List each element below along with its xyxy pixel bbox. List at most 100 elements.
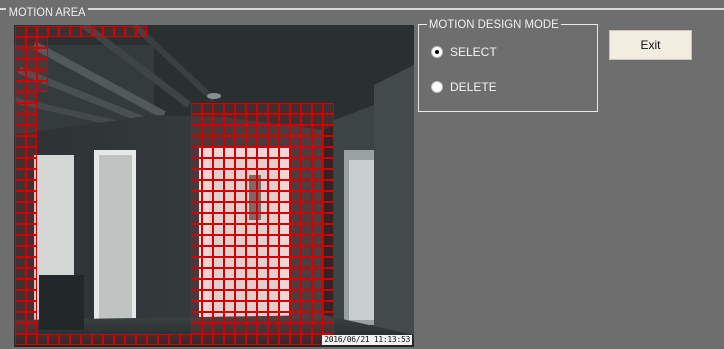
motion-cell[interactable]	[279, 334, 290, 345]
motion-cell[interactable]	[279, 202, 290, 213]
motion-cell[interactable]	[257, 246, 268, 257]
motion-cell[interactable]	[257, 125, 268, 136]
motion-cell[interactable]	[235, 246, 246, 257]
motion-cell[interactable]	[290, 246, 301, 257]
motion-cell[interactable]	[279, 213, 290, 224]
motion-cell[interactable]	[15, 180, 26, 191]
motion-cell[interactable]	[268, 301, 279, 312]
motion-cell[interactable]	[268, 334, 279, 345]
motion-cell[interactable]	[312, 169, 323, 180]
motion-cell[interactable]	[246, 224, 257, 235]
motion-cell[interactable]	[26, 290, 37, 301]
motion-cell[interactable]	[15, 48, 26, 59]
motion-cell[interactable]	[323, 224, 334, 235]
motion-cell[interactable]	[268, 246, 279, 257]
motion-cell[interactable]	[301, 147, 312, 158]
motion-cell[interactable]	[26, 81, 37, 92]
motion-cell[interactable]	[92, 334, 103, 345]
motion-cell[interactable]	[202, 103, 213, 114]
motion-cell[interactable]	[136, 334, 147, 345]
motion-cell[interactable]	[246, 312, 257, 323]
motion-cell[interactable]	[312, 147, 323, 158]
motion-cell[interactable]	[246, 202, 257, 213]
motion-cell[interactable]	[202, 312, 213, 323]
motion-cell[interactable]	[26, 136, 37, 147]
motion-cell[interactable]	[323, 191, 334, 202]
motion-cell[interactable]	[15, 92, 26, 103]
motion-cell[interactable]	[70, 26, 81, 37]
motion-cell[interactable]	[26, 202, 37, 213]
motion-cell[interactable]	[246, 180, 257, 191]
motion-cell[interactable]	[279, 114, 290, 125]
motion-cell[interactable]	[279, 147, 290, 158]
motion-cell[interactable]	[312, 103, 323, 114]
motion-cell[interactable]	[235, 136, 246, 147]
motion-cell[interactable]	[323, 180, 334, 191]
camera-view[interactable]: 2016/06/21 11:13:53	[14, 25, 414, 347]
motion-cell[interactable]	[290, 224, 301, 235]
motion-cell[interactable]	[191, 301, 202, 312]
motion-cell[interactable]	[312, 202, 323, 213]
motion-cell[interactable]	[26, 26, 37, 37]
select-radio-button[interactable]	[431, 46, 443, 58]
motion-cell[interactable]	[312, 312, 323, 323]
motion-cell[interactable]	[279, 301, 290, 312]
motion-cell[interactable]	[191, 224, 202, 235]
motion-cell[interactable]	[312, 246, 323, 257]
motion-cell[interactable]	[191, 323, 202, 334]
motion-cell[interactable]	[323, 312, 334, 323]
motion-cell[interactable]	[323, 290, 334, 301]
motion-cell[interactable]	[235, 257, 246, 268]
motion-cell[interactable]	[202, 268, 213, 279]
motion-cell[interactable]	[213, 301, 224, 312]
motion-cell[interactable]	[224, 147, 235, 158]
motion-cell[interactable]	[37, 81, 48, 92]
motion-cell[interactable]	[268, 114, 279, 125]
motion-cell[interactable]	[224, 224, 235, 235]
motion-cell[interactable]	[235, 290, 246, 301]
motion-cell[interactable]	[268, 103, 279, 114]
motion-cell[interactable]	[26, 103, 37, 114]
motion-cell[interactable]	[268, 169, 279, 180]
motion-cell[interactable]	[257, 202, 268, 213]
motion-cell[interactable]	[235, 103, 246, 114]
motion-cell[interactable]	[268, 202, 279, 213]
motion-cell[interactable]	[290, 213, 301, 224]
motion-cell[interactable]	[191, 279, 202, 290]
motion-cell[interactable]	[224, 158, 235, 169]
motion-cell[interactable]	[26, 169, 37, 180]
motion-cell[interactable]	[37, 70, 48, 81]
motion-cell[interactable]	[279, 224, 290, 235]
motion-cell[interactable]	[15, 81, 26, 92]
motion-cell[interactable]	[301, 114, 312, 125]
motion-cell[interactable]	[257, 323, 268, 334]
exit-button[interactable]: Exit	[609, 30, 692, 60]
motion-cell[interactable]	[37, 26, 48, 37]
motion-cell[interactable]	[235, 301, 246, 312]
motion-cell[interactable]	[213, 312, 224, 323]
motion-cell[interactable]	[290, 114, 301, 125]
motion-cell[interactable]	[246, 114, 257, 125]
motion-cell[interactable]	[48, 26, 59, 37]
motion-cell[interactable]	[312, 136, 323, 147]
motion-cell[interactable]	[15, 125, 26, 136]
motion-cell[interactable]	[213, 147, 224, 158]
motion-cell[interactable]	[15, 158, 26, 169]
motion-cell[interactable]	[213, 169, 224, 180]
motion-cell[interactable]	[246, 147, 257, 158]
motion-cell[interactable]	[279, 125, 290, 136]
motion-cell[interactable]	[290, 268, 301, 279]
motion-cell[interactable]	[15, 37, 26, 48]
motion-cell[interactable]	[15, 224, 26, 235]
motion-cell[interactable]	[290, 191, 301, 202]
motion-cell[interactable]	[191, 158, 202, 169]
motion-cell[interactable]	[202, 158, 213, 169]
motion-cell[interactable]	[26, 191, 37, 202]
motion-cell[interactable]	[15, 257, 26, 268]
motion-cell[interactable]	[268, 290, 279, 301]
motion-cell[interactable]	[136, 26, 147, 37]
motion-cell[interactable]	[15, 103, 26, 114]
motion-cell[interactable]	[202, 246, 213, 257]
motion-cell[interactable]	[235, 268, 246, 279]
motion-cell[interactable]	[290, 147, 301, 158]
